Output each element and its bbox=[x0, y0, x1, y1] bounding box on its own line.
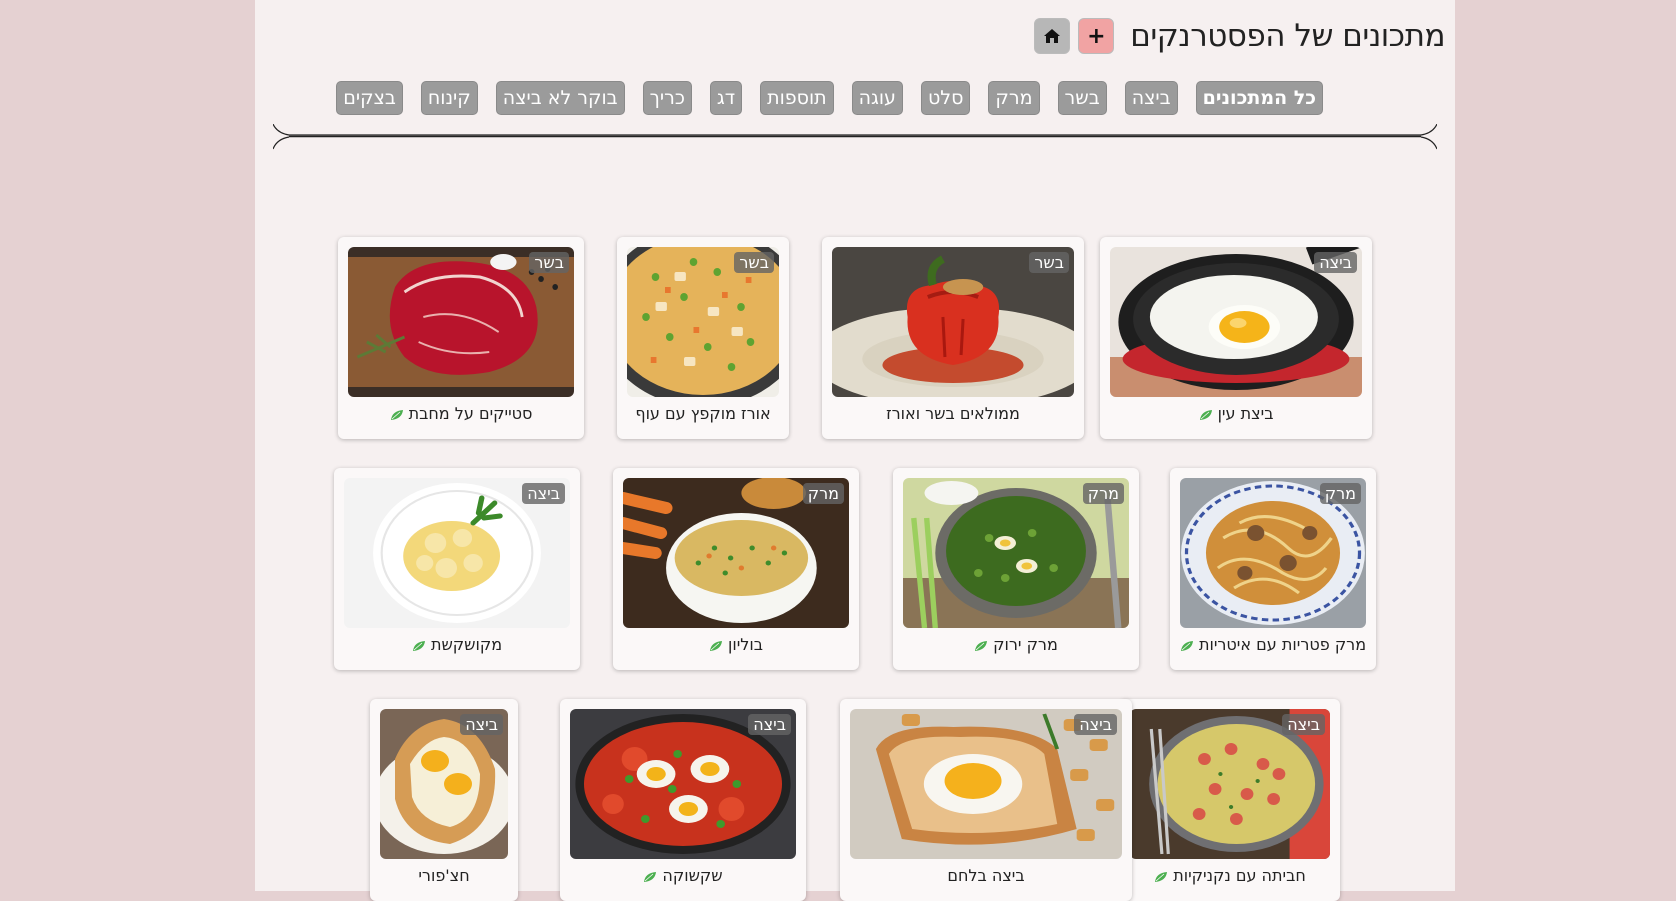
recipe-caption[interactable]: ממולאים בשר ואורז bbox=[822, 404, 1084, 423]
recipe-card[interactable]: ביצה ביצה בלחם bbox=[840, 699, 1132, 901]
recipe-caption[interactable]: שקשוקה bbox=[560, 866, 806, 885]
recipe-caption[interactable]: חביתה עם נקניקיות bbox=[1120, 866, 1340, 885]
recipe-title: בוליון bbox=[728, 635, 763, 654]
recipe-card[interactable]: ביצה מקושקשת bbox=[334, 468, 580, 670]
recipe-card[interactable]: ביצה ביצת עין bbox=[1100, 237, 1372, 439]
recipe-title: שקשוקה bbox=[662, 866, 723, 885]
category-badge: מרק bbox=[1082, 483, 1124, 504]
category-badge: בשר bbox=[1029, 252, 1069, 273]
recipe-image[interactable]: מרק bbox=[903, 478, 1129, 628]
recipe-image[interactable]: מרק bbox=[1180, 478, 1366, 628]
recipe-image[interactable]: ביצה bbox=[380, 709, 508, 859]
leaf-icon bbox=[644, 871, 657, 882]
recipe-image[interactable]: ביצה bbox=[850, 709, 1122, 859]
category-badge: ביצה bbox=[1074, 714, 1117, 735]
recipe-caption[interactable]: מרק פטריות עם איטריות bbox=[1170, 635, 1376, 654]
recipe-title: ביצה בלחם bbox=[947, 866, 1025, 885]
recipe-title: מרק פטריות עם איטריות bbox=[1198, 635, 1367, 654]
category-badge: בשר bbox=[734, 252, 774, 273]
recipe-card[interactable]: ביצה שקשוקה bbox=[560, 699, 806, 901]
category-badge: מרק bbox=[802, 483, 844, 504]
leaf-icon bbox=[1155, 871, 1168, 882]
page-container: מתכונים של הפסטרנקים + כל המתכונים ביצה בש… bbox=[255, 0, 1455, 901]
recipe-caption[interactable]: מרק ירוק bbox=[893, 635, 1139, 654]
recipe-image[interactable]: מרק bbox=[623, 478, 849, 628]
category-badge: ביצה bbox=[748, 714, 791, 735]
recipe-caption[interactable]: מקושקשת bbox=[334, 635, 580, 654]
recipe-image[interactable]: ביצה bbox=[1130, 709, 1330, 859]
recipe-card[interactable]: בשר אורז מוקפץ עם עוף bbox=[617, 237, 789, 439]
recipe-title: חביתה עם נקניקיות bbox=[1173, 866, 1306, 885]
recipe-card[interactable]: מרק בוליון bbox=[613, 468, 859, 670]
recipe-title: ביצת עין bbox=[1217, 404, 1274, 423]
category-badge: ביצה bbox=[1282, 714, 1325, 735]
category-badge: ביצה bbox=[1314, 252, 1357, 273]
recipe-card[interactable]: ביצה חצ'פורי bbox=[370, 699, 518, 901]
recipe-card[interactable]: ביצה חביתה עם נקניקיות bbox=[1120, 699, 1340, 901]
recipe-title: מרק ירוק bbox=[993, 635, 1058, 654]
recipe-caption[interactable]: חצ'פורי bbox=[370, 866, 518, 885]
recipe-card[interactable]: מרק מרק פטריות עם איטריות bbox=[1170, 468, 1376, 670]
category-badge: מרק bbox=[1319, 483, 1361, 504]
leaf-icon bbox=[412, 640, 425, 651]
leaf-icon bbox=[390, 409, 403, 420]
recipe-image[interactable]: בשר bbox=[832, 247, 1074, 397]
recipe-image[interactable]: בשר bbox=[627, 247, 779, 397]
category-badge: ביצה bbox=[460, 714, 503, 735]
recipe-card[interactable]: בשר ממולאים בשר ואורז bbox=[822, 237, 1084, 439]
leaf-icon bbox=[1199, 409, 1212, 420]
category-badge: בשר bbox=[529, 252, 569, 273]
recipe-image[interactable]: ביצה bbox=[344, 478, 570, 628]
recipe-caption[interactable]: אורז מוקפץ עם עוף bbox=[617, 404, 789, 423]
recipe-caption[interactable]: ביצת עין bbox=[1100, 404, 1372, 423]
recipe-card[interactable]: בשר סטייקים על מחבת bbox=[338, 237, 584, 439]
recipe-caption[interactable]: סטייקים על מחבת bbox=[338, 404, 584, 423]
leaf-icon bbox=[1180, 640, 1193, 651]
recipe-image[interactable]: בשר bbox=[348, 247, 574, 397]
recipe-card[interactable]: מרק מרק ירוק bbox=[893, 468, 1139, 670]
recipe-title: מקושקשת bbox=[430, 635, 503, 654]
leaf-icon bbox=[975, 640, 988, 651]
category-badge: ביצה bbox=[522, 483, 565, 504]
recipe-image[interactable]: ביצה bbox=[1110, 247, 1362, 397]
recipe-title: ממולאים בשר ואורז bbox=[886, 404, 1020, 423]
recipe-grid: ביצה ביצת עין בשר ממולאים בשר ואורז בשר אורז … bbox=[255, 0, 1455, 901]
recipe-title: חצ'פורי bbox=[418, 866, 470, 885]
recipe-title: אורז מוקפץ עם עוף bbox=[635, 404, 771, 423]
recipe-caption[interactable]: בוליון bbox=[613, 635, 859, 654]
leaf-icon bbox=[710, 640, 722, 651]
recipe-title: סטייקים על מחבת bbox=[408, 404, 533, 423]
recipe-image[interactable]: ביצה bbox=[570, 709, 796, 859]
recipe-caption[interactable]: ביצה בלחם bbox=[840, 866, 1132, 885]
